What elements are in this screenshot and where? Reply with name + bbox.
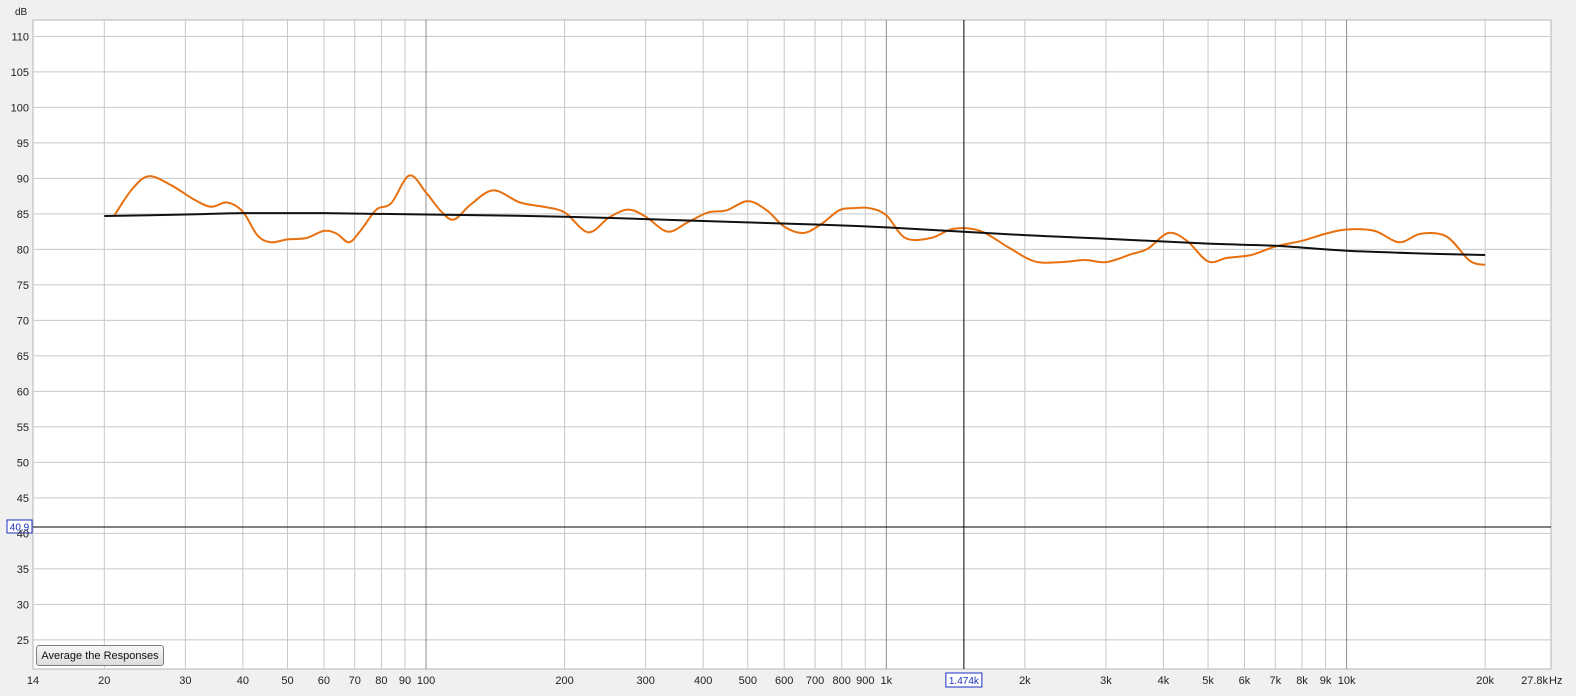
x-tick-label: 80: [375, 675, 387, 687]
x-tick-label: 50: [281, 675, 293, 687]
x-tick-label: 20k: [1476, 675, 1494, 687]
cursor-x-readout: 1.474k: [949, 676, 980, 687]
y-tick-label: 80: [17, 244, 29, 256]
x-tick-label: 14: [27, 675, 39, 687]
y-tick-label: 95: [17, 138, 29, 150]
y-tick-label: 50: [17, 457, 29, 469]
plot-background: [32, 19, 1552, 670]
x-tick-label: 500: [739, 675, 757, 687]
x-tick-label: 90: [399, 675, 411, 687]
y-tick-label: 105: [11, 67, 29, 79]
y-tick-label: 100: [11, 102, 29, 114]
average-responses-button[interactable]: Average the Responses: [36, 645, 164, 666]
x-tick-label: 400: [694, 675, 712, 687]
x-tick-label: 100: [417, 675, 435, 687]
y-tick-label: 35: [17, 564, 29, 576]
x-tick-label: 300: [636, 675, 654, 687]
x-tick-label: 4k: [1158, 675, 1170, 687]
x-tick-label: 700: [806, 675, 824, 687]
y-tick-label: 55: [17, 422, 29, 434]
y-axis-ticks: 25 30 35 40 45 50 55 60 65 70 75 80 85 90 95 100 105 110: [11, 31, 29, 647]
x-tick-label: 27.8k: [1521, 675, 1548, 687]
x-tick-label: 30: [179, 675, 191, 687]
y-tick-label: 65: [17, 351, 29, 363]
x-axis-unit-label: Hz: [1549, 675, 1562, 687]
y-tick-label: 40: [17, 528, 29, 540]
y-tick-label: 75: [17, 280, 29, 292]
y-tick-label: 85: [17, 209, 29, 221]
x-tick-label: 5k: [1202, 675, 1214, 687]
x-tick-label: 70: [349, 675, 361, 687]
x-tick-label: 10k: [1338, 675, 1356, 687]
x-tick-label: 3k: [1100, 675, 1112, 687]
x-tick-label: 9k: [1320, 675, 1332, 687]
x-tick-label: 6k: [1239, 675, 1251, 687]
x-tick-label: 600: [775, 675, 793, 687]
x-tick-label: 200: [555, 675, 573, 687]
y-tick-label: 45: [17, 493, 29, 505]
x-tick-label: 60: [318, 675, 330, 687]
y-tick-label: 70: [17, 315, 29, 327]
y-tick-label: 110: [11, 31, 29, 43]
y-tick-label: 60: [17, 386, 29, 398]
y-axis-unit-label: dB: [15, 7, 28, 18]
x-axis-ticks: 14 20 30 40 50 60 70 80 90 100 200 300 400 500 600 700 8…: [27, 675, 1563, 687]
x-tick-label: 7k: [1269, 675, 1281, 687]
x-tick-label: 8k: [1296, 675, 1308, 687]
x-tick-label: 20: [98, 675, 110, 687]
x-tick-label: 40: [237, 675, 249, 687]
x-tick-label: 800: [833, 675, 851, 687]
y-tick-label: 30: [17, 599, 29, 611]
x-tick-label: 1k: [881, 675, 893, 687]
x-tick-label: 900: [856, 675, 874, 687]
y-tick-label: 90: [17, 173, 29, 185]
frequency-response-chart[interactable]: 1.474k40.9 25303540455055606570758085909…: [0, 0, 1576, 696]
x-tick-label: 2k: [1019, 675, 1031, 687]
y-tick-label: 25: [17, 635, 29, 647]
